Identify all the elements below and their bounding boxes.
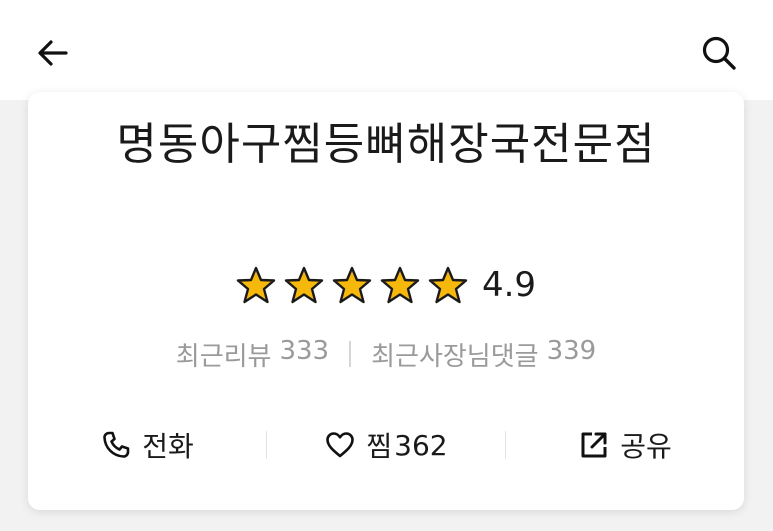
review-stats: 최근리뷰 333 최근사장님댓글 339 bbox=[28, 334, 744, 374]
star-rating bbox=[236, 265, 468, 305]
share-label: 공유 bbox=[620, 430, 672, 463]
divider bbox=[349, 341, 352, 367]
favorite-label: 찜 bbox=[366, 430, 393, 463]
recent-reviews-link[interactable]: 최근리뷰 333 bbox=[176, 336, 329, 373]
arrow-left-icon bbox=[38, 40, 68, 66]
rating-row: 4.9 bbox=[28, 260, 744, 310]
star-icon bbox=[332, 266, 372, 304]
star-icon bbox=[284, 266, 324, 304]
store-name: 명동아구찜등뼈해장국전문점 bbox=[116, 119, 656, 170]
top-app-bar bbox=[0, 0, 773, 100]
owner-replies-link[interactable]: 최근사장님댓글 339 bbox=[371, 336, 596, 373]
recent-reviews-label: 최근리뷰 bbox=[175, 341, 272, 372]
search-icon bbox=[702, 36, 736, 70]
action-bar: 전화 찜 362 공유 bbox=[28, 414, 744, 476]
owner-replies-label: 최근사장님댓글 bbox=[371, 341, 539, 372]
star-icon bbox=[236, 266, 276, 304]
back-button[interactable] bbox=[30, 30, 76, 76]
search-button[interactable] bbox=[696, 30, 742, 76]
recent-reviews-count: 333 bbox=[279, 335, 330, 366]
star-icon bbox=[428, 266, 468, 304]
share-icon bbox=[581, 432, 607, 458]
store-info-card: 명동아구찜등뼈해장국전문점 4.9 최근리뷰 333 최근사장님댓글 339 전… bbox=[28, 92, 744, 510]
favorite-button[interactable]: 찜 362 bbox=[267, 414, 505, 476]
call-button[interactable]: 전화 bbox=[28, 414, 266, 476]
favorite-count: 362 bbox=[394, 428, 448, 462]
call-label: 전화 bbox=[142, 430, 194, 463]
star-icon bbox=[380, 266, 420, 304]
heart-icon bbox=[326, 432, 355, 458]
owner-replies-count: 339 bbox=[546, 335, 597, 366]
rating-value: 4.9 bbox=[481, 265, 537, 305]
phone-icon bbox=[103, 431, 130, 458]
share-button[interactable]: 공유 bbox=[506, 414, 744, 476]
